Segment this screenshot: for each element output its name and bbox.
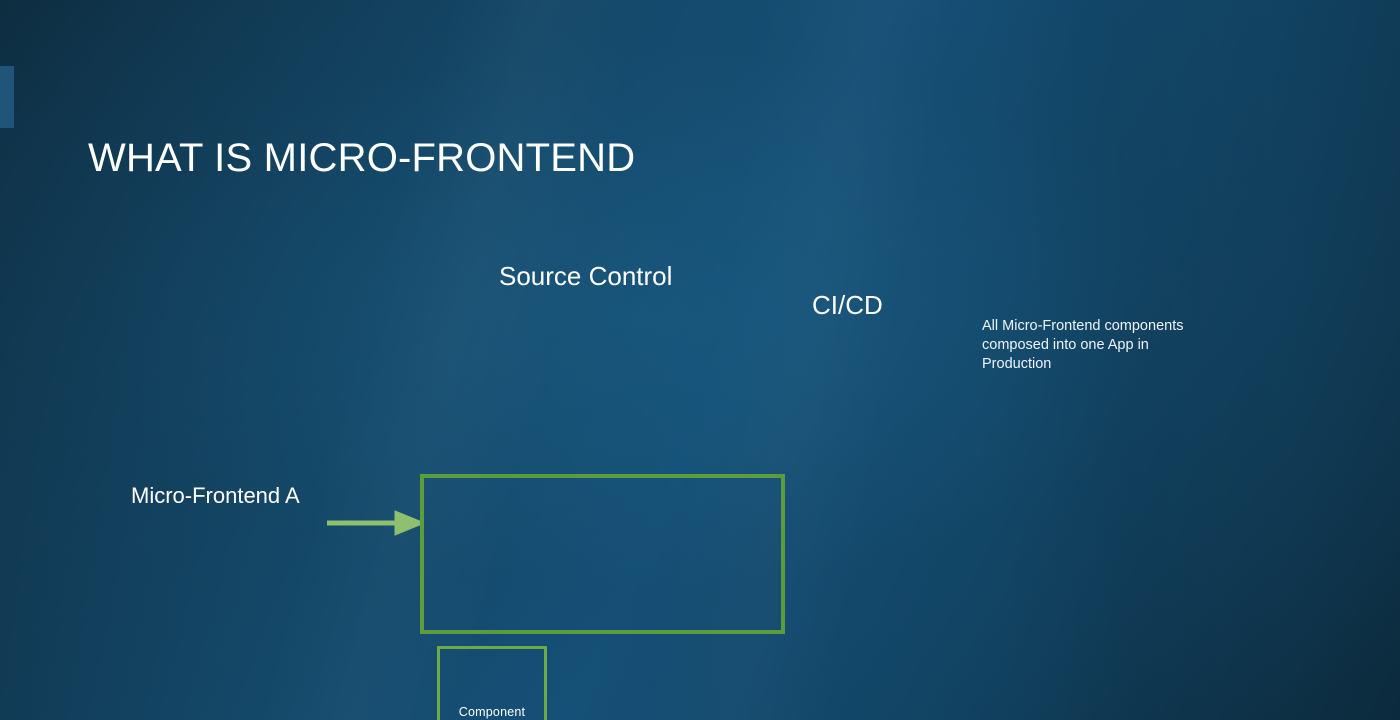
title-accent-bar [0, 66, 14, 128]
production-caption: All Micro-Frontend components composed i… [982, 318, 1184, 372]
tile-label: Component [458, 705, 526, 719]
heading-source-control: Source Control [499, 261, 673, 291]
source-group-a [420, 474, 785, 634]
tile-a-component: Component [437, 646, 547, 720]
slide-canvas: WHAT IS MICRO-FRONTEND Source Control CI… [0, 0, 1400, 720]
arrow-label-to-group-a [327, 510, 423, 536]
page-title: WHAT IS MICRO-FRONTEND [88, 136, 636, 180]
